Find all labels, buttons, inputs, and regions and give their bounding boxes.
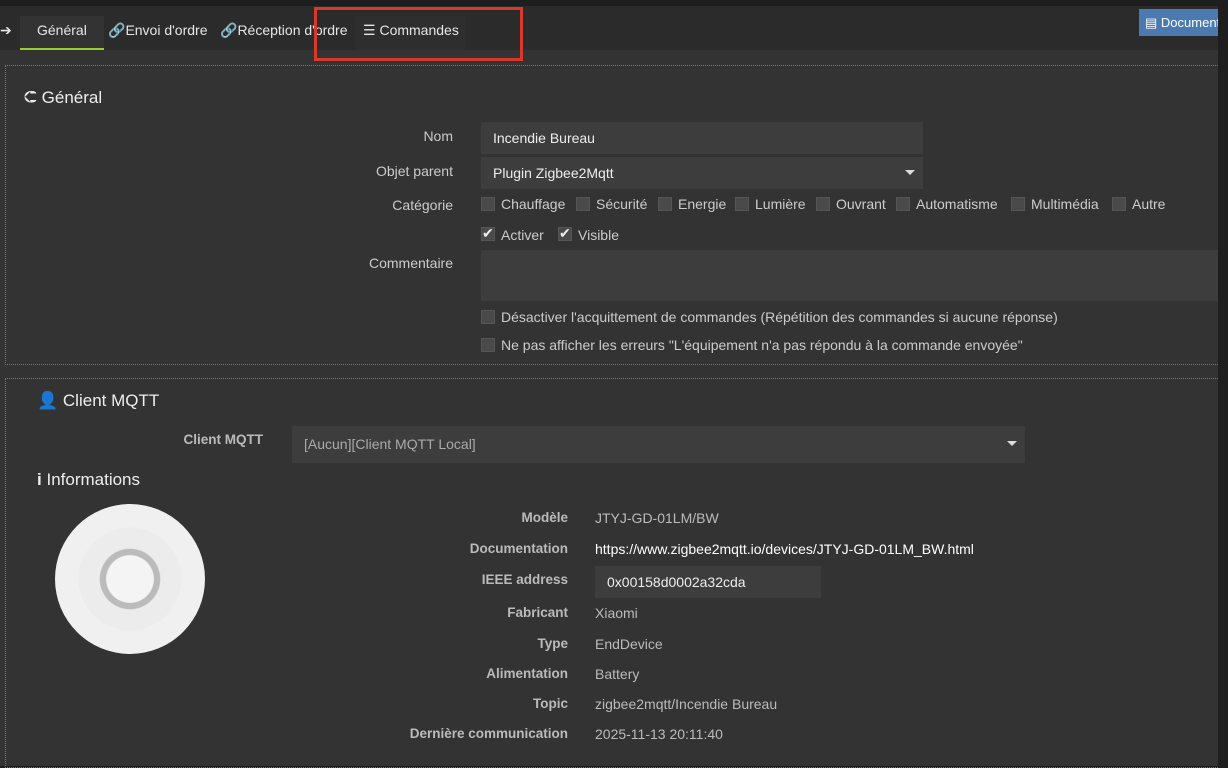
category-label: Lumière: [755, 196, 806, 212]
link-icon: 🔗: [108, 22, 126, 38]
ack-label: Désactiver l'acquittement de commandes (…: [501, 309, 1058, 325]
check-icon: ✔: [482, 225, 494, 241]
info-title-text: Informations: [46, 470, 141, 489]
ieee-input[interactable]: 0x00158d0002a32cda: [595, 566, 821, 598]
link-icon: 🔗: [220, 22, 238, 38]
ack-checkbox[interactable]: [481, 310, 495, 324]
commentaire-label: Commentaire: [368, 255, 453, 271]
category-label: Automatisme: [916, 196, 998, 212]
documentation-label: Documentation: [1160, 15, 1219, 30]
info-value: EndDevice: [595, 636, 663, 652]
nom-input[interactable]: Incendie Bureau: [481, 122, 923, 154]
visible-checkbox[interactable]: ✔: [558, 225, 572, 241]
activer-checkbox[interactable]: ✔: [481, 225, 495, 241]
info-icon: i: [37, 470, 42, 489]
general-panel: ⮈ Général Nom Incendie Bureau Objet pare…: [5, 65, 1221, 365]
general-title-text: Général: [41, 88, 103, 107]
mqtt-title: 👤 Client MQTT: [37, 391, 159, 411]
info-label: Alimentation: [486, 666, 568, 681]
mqtt-title-text: Client MQTT: [62, 391, 160, 410]
category-label: Energie: [678, 196, 727, 212]
highlight-box: [314, 7, 523, 61]
user-icon: 👤: [37, 391, 59, 410]
info-label: Documentation: [469, 541, 568, 556]
info-value: Xiaomi: [595, 605, 638, 621]
category-checkbox[interactable]: [735, 197, 749, 211]
activer-label: Activer: [501, 227, 544, 243]
chevron-down-icon: [1007, 441, 1017, 446]
parent-select[interactable]: Plugin Zigbee2Mqtt: [481, 157, 923, 189]
back-icon[interactable]: ➔: [0, 16, 12, 50]
info-label: Topic: [533, 696, 568, 711]
category-label: Multimédia: [1031, 196, 1099, 212]
info-value: Battery: [595, 666, 640, 682]
scrollbar[interactable]: [1218, 6, 1228, 766]
arrow-left-circle-icon: ⮈: [24, 88, 42, 107]
parent-label: Objet parent: [375, 163, 453, 179]
tab-general[interactable]: Général: [20, 16, 104, 50]
errors-checkbox[interactable]: [481, 338, 495, 352]
equipment-panel: 👤 Client MQTT Client MQTT [Aucun][Client…: [5, 378, 1218, 768]
documentation-link[interactable]: https://www.zigbee2mqtt.io/devices/JTYJ-…: [595, 541, 974, 557]
tab-label: Général: [37, 22, 87, 38]
general-title: ⮈ Général: [24, 88, 102, 108]
mqtt-select[interactable]: [Aucun][Client MQTT Local]: [292, 426, 1025, 463]
chevron-down-icon: [905, 170, 915, 175]
visible-label: Visible: [578, 227, 619, 243]
check-icon: ✔: [559, 225, 571, 241]
info-label: Modèle: [521, 510, 568, 525]
category-label: Autre: [1132, 196, 1166, 212]
info-label: Dernière communication: [409, 726, 568, 741]
category-checkbox[interactable]: [1112, 197, 1126, 211]
category-label: Sécurité: [596, 196, 648, 212]
category-checkbox[interactable]: [1011, 197, 1025, 211]
info-label: Fabricant: [507, 605, 568, 620]
category-checkbox[interactable]: [816, 197, 830, 211]
category-checkbox[interactable]: [576, 197, 590, 211]
commentaire-input[interactable]: [481, 250, 1221, 301]
category-checkbox[interactable]: [658, 197, 672, 211]
nom-label: Nom: [423, 128, 453, 144]
info-label: IEEE address: [481, 572, 568, 587]
category-checkbox[interactable]: [896, 197, 910, 211]
book-icon: ▤: [1145, 15, 1161, 30]
mqtt-value: [Aucun][Client MQTT Local]: [304, 436, 476, 452]
documentation-button[interactable]: ▤ Documentation: [1139, 9, 1219, 36]
errors-label: Ne pas afficher les erreurs "L'équipemen…: [501, 337, 1023, 353]
main-content: ⮈ Général Nom Incendie Bureau Objet pare…: [0, 50, 1221, 768]
info-title: i Informations: [37, 470, 140, 490]
parent-value: Plugin Zigbee2Mqtt: [493, 165, 614, 181]
device-image: [55, 504, 205, 654]
info-value: zigbee2mqtt/Incendie Bureau: [595, 696, 778, 712]
category-checkbox[interactable]: [481, 197, 495, 211]
category-label: Chauffage: [501, 196, 566, 212]
tab-bar: ➔ Général 🔗Envoi d'ordre 🔗Réception d'or…: [0, 6, 1219, 50]
category-label: Ouvrant: [836, 196, 886, 212]
categorie-label: Catégorie: [392, 197, 453, 213]
tab-envoi-ordre[interactable]: 🔗Envoi d'ordre: [108, 16, 208, 50]
mqtt-label: Client MQTT: [183, 432, 264, 447]
info-value: JTYJ-GD-01LM/BW: [595, 510, 719, 526]
info-label: Type: [537, 636, 568, 651]
info-value: 2025-11-13 20:11:40: [595, 726, 723, 742]
tab-label: Envoi d'ordre: [125, 22, 208, 38]
